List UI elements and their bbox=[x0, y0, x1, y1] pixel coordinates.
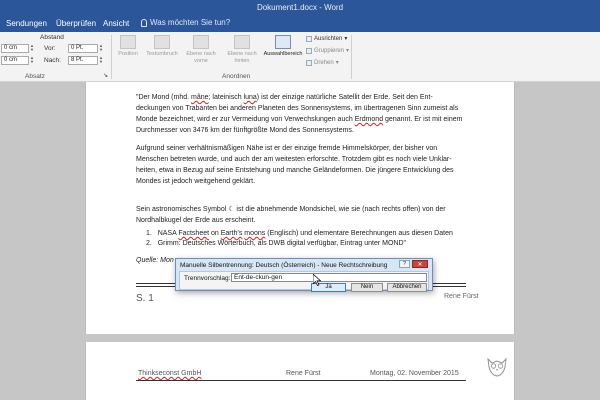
send-backward-button[interactable]: Ebene nach hinten bbox=[221, 35, 263, 65]
document-page[interactable]: "Der Mond (mhd. mâne; lateinisch luna) i… bbox=[85, 82, 515, 334]
tab-sendungen[interactable]: Sendungen bbox=[6, 19, 47, 28]
ribbon-separator bbox=[111, 35, 112, 79]
ribbon: Abstand 0 cm ▲ ▼ 0 cm ▲ ▼ Vor: 0 Pt. ▲ ▼ Na… bbox=[0, 32, 600, 82]
header-author: Rene Fürst bbox=[286, 370, 321, 377]
source-line: Quelle: Mon bbox=[136, 257, 174, 264]
mouse-cursor-icon bbox=[313, 274, 321, 286]
nein-button[interactable]: Nein bbox=[351, 283, 383, 292]
spacing-after-field[interactable]: 8 Pt. bbox=[68, 56, 98, 65]
indent-left-spin[interactable]: ▲ ▼ bbox=[29, 44, 35, 53]
hyphenation-dialog: Manuelle Silbentrennung: Deutsch (Österr… bbox=[175, 258, 433, 292]
document-page-2[interactable]: Thinkseconst GmbH Rene Fürst Montag, 02.… bbox=[85, 342, 515, 400]
dialog-launcher-icon[interactable]: ↘ bbox=[103, 72, 108, 79]
indent-right-field[interactable]: 0 cm bbox=[1, 56, 29, 65]
group-label-absatz: Absatz bbox=[25, 73, 45, 80]
group-icon bbox=[306, 47, 312, 54]
abstand-header: Abstand bbox=[40, 34, 64, 41]
spelling-word: mâne bbox=[191, 94, 209, 101]
dialog-title: Manuelle Silbentrennung: Deutsch (Österr… bbox=[180, 262, 388, 269]
hyphenation-label: Trennvorschlag: bbox=[184, 275, 231, 282]
nach-label: Nach: bbox=[44, 57, 61, 64]
position-icon bbox=[120, 35, 136, 49]
footer-author: Rene Fürst bbox=[444, 293, 479, 300]
align-button[interactable]: Ausrichten ▾ bbox=[306, 35, 347, 42]
spacing-before-spin[interactable]: ▲ ▼ bbox=[98, 44, 104, 53]
send-backward-icon bbox=[234, 35, 250, 49]
bring-forward-icon bbox=[193, 35, 209, 49]
footer-section: S. 1 bbox=[136, 293, 154, 304]
chevron-down-icon: ▾ bbox=[344, 36, 348, 42]
hyphenation-field[interactable]: Ent-de-ckun-gen bbox=[231, 273, 427, 282]
list-item: 2. Grimm: Deutsches Wörterbuch, als DWB … bbox=[146, 240, 407, 247]
tell-me-text: Was möchten Sie tun? bbox=[150, 18, 231, 27]
tell-me-box[interactable]: Was möchten Sie tun? bbox=[141, 18, 230, 27]
vor-label: Vor: bbox=[44, 45, 56, 52]
chevron-down-icon: ▾ bbox=[346, 48, 350, 54]
indent-right-spin[interactable]: ▲ ▼ bbox=[29, 56, 35, 65]
selection-pane-button[interactable]: Auswahlbereich bbox=[263, 35, 303, 58]
spelling-word: Erdmond bbox=[354, 116, 384, 123]
ribbon-separator bbox=[351, 35, 352, 79]
rotate-button[interactable]: Drehen ▾ bbox=[306, 59, 339, 66]
lightbulb-icon bbox=[141, 18, 147, 27]
header-company: Thinkseconst GmbH bbox=[138, 370, 202, 377]
bring-forward-button[interactable]: Ebene nach vorne bbox=[181, 35, 221, 65]
header-rule bbox=[136, 380, 466, 381]
align-icon bbox=[306, 35, 312, 42]
title-bar: Dokument1.docx - Word bbox=[0, 0, 600, 15]
rotate-icon bbox=[306, 59, 312, 66]
group-button[interactable]: Gruppieren ▾ bbox=[306, 47, 349, 54]
group-label-anordnen: Anordnen bbox=[222, 73, 251, 80]
chevron-down-icon: ▾ bbox=[335, 60, 339, 66]
list-item: 1. NASA Factsheet on Earth's moons (Engl… bbox=[146, 230, 453, 237]
spacing-before-field[interactable]: 0 Pt. bbox=[68, 44, 98, 53]
paragraph-1: "Der Mond (mhd. mâne; lateinisch luna) i… bbox=[136, 94, 463, 134]
tab-ansicht[interactable]: Ansicht bbox=[103, 19, 129, 28]
abbrechen-button[interactable]: Abbrechen bbox=[387, 283, 427, 292]
paragraph-2: Aufgrund seiner verhältnismäßigen Nähe i… bbox=[136, 145, 454, 185]
textumbruch-button[interactable]: Textumbruch bbox=[143, 35, 181, 58]
spacing-after-spin[interactable]: ▲ ▼ bbox=[98, 56, 104, 65]
selection-pane-icon bbox=[275, 35, 291, 49]
owl-logo-icon bbox=[487, 357, 507, 377]
text-wrap-icon bbox=[154, 35, 170, 49]
paragraph-3: Sein astronomisches Symbol ☾ ist die abn… bbox=[136, 206, 446, 224]
window-title: Dokument1.docx - Word bbox=[256, 3, 344, 12]
tab-ueberpruefen[interactable]: Überprüfen bbox=[56, 19, 96, 28]
ribbon-tabs: Sendungen Überprüfen Ansicht Was möchten… bbox=[0, 15, 600, 32]
help-icon[interactable]: ? bbox=[399, 260, 410, 268]
indent-left-field[interactable]: 0 cm bbox=[1, 44, 29, 53]
header-date: Montag, 02. November 2015 bbox=[370, 370, 459, 377]
spelling-word: luna bbox=[243, 94, 257, 101]
close-icon[interactable]: ✕ bbox=[412, 260, 428, 268]
position-button[interactable]: Position bbox=[113, 35, 143, 58]
